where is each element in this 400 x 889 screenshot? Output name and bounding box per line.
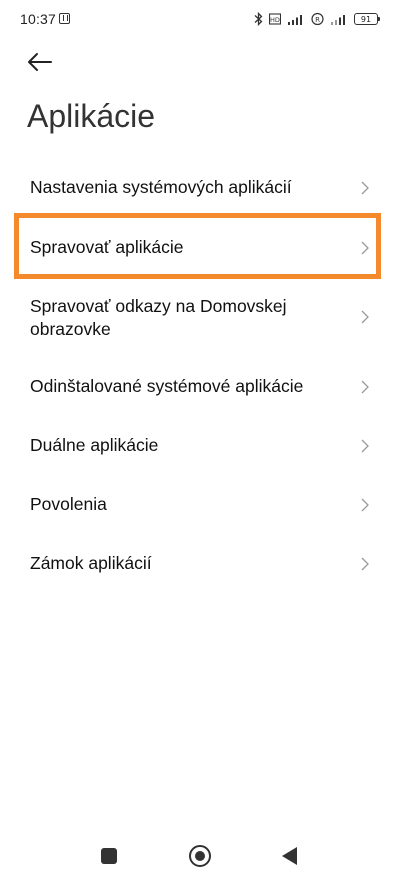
menu-item-label: Povolenia [30, 494, 107, 514]
menu-item-app-lock[interactable]: Zámok aplikácií [0, 537, 400, 591]
menu-item-permissions[interactable]: Povolenia [0, 478, 400, 532]
menu-item-system-app-settings[interactable]: Nastavenia systémových aplikácií [0, 164, 400, 214]
signal-icon [288, 15, 302, 25]
hd-icon: HD [269, 13, 281, 25]
roaming-icon: R [311, 12, 324, 26]
chevron-right-icon [361, 380, 369, 394]
page-title: Aplikácie [27, 98, 156, 134]
nfc-icon [59, 13, 70, 24]
back-button[interactable] [22, 48, 56, 76]
status-time: 10:37 [20, 11, 57, 27]
menu-item-label: Spravovať odkazy na Domovskej obrazovke [30, 296, 287, 339]
chevron-right-icon [361, 557, 369, 571]
home-circle-icon[interactable] [189, 845, 211, 867]
back-arrow-icon [28, 53, 52, 71]
chevron-right-icon [361, 439, 369, 453]
status-icons: HD R 91 [254, 10, 380, 28]
svg-text:R: R [315, 16, 320, 24]
back-triangle-icon[interactable] [282, 847, 297, 865]
recents-square-icon[interactable] [101, 848, 117, 864]
menu-item-label: Nastavenia systémových aplikácií [30, 177, 292, 197]
signal-icon [331, 15, 345, 25]
chevron-right-icon [361, 181, 369, 195]
battery-icon: 91 [354, 13, 380, 25]
menu-item-label: Duálne aplikácie [30, 435, 159, 455]
navigation-bar [0, 839, 400, 889]
chevron-right-icon [361, 498, 369, 512]
chevron-right-icon [361, 310, 369, 324]
menu-item-dual-apps[interactable]: Duálne aplikácie [0, 419, 400, 473]
bluetooth-icon [254, 12, 263, 26]
menu-item-home-shortcuts[interactable]: Spravovať odkazy na Domovskej obrazovke [0, 286, 400, 352]
highlight-box [14, 213, 381, 279]
svg-text:HD: HD [270, 16, 280, 24]
menu-item-uninstalled-system-apps[interactable]: Odinštalované systémové aplikácie [0, 360, 400, 414]
menu-item-label: Odinštalované systémové aplikácie [30, 376, 304, 396]
menu-item-label: Zámok aplikácií [30, 553, 152, 573]
status-bar: 10:37 HD R 91 [0, 0, 400, 40]
